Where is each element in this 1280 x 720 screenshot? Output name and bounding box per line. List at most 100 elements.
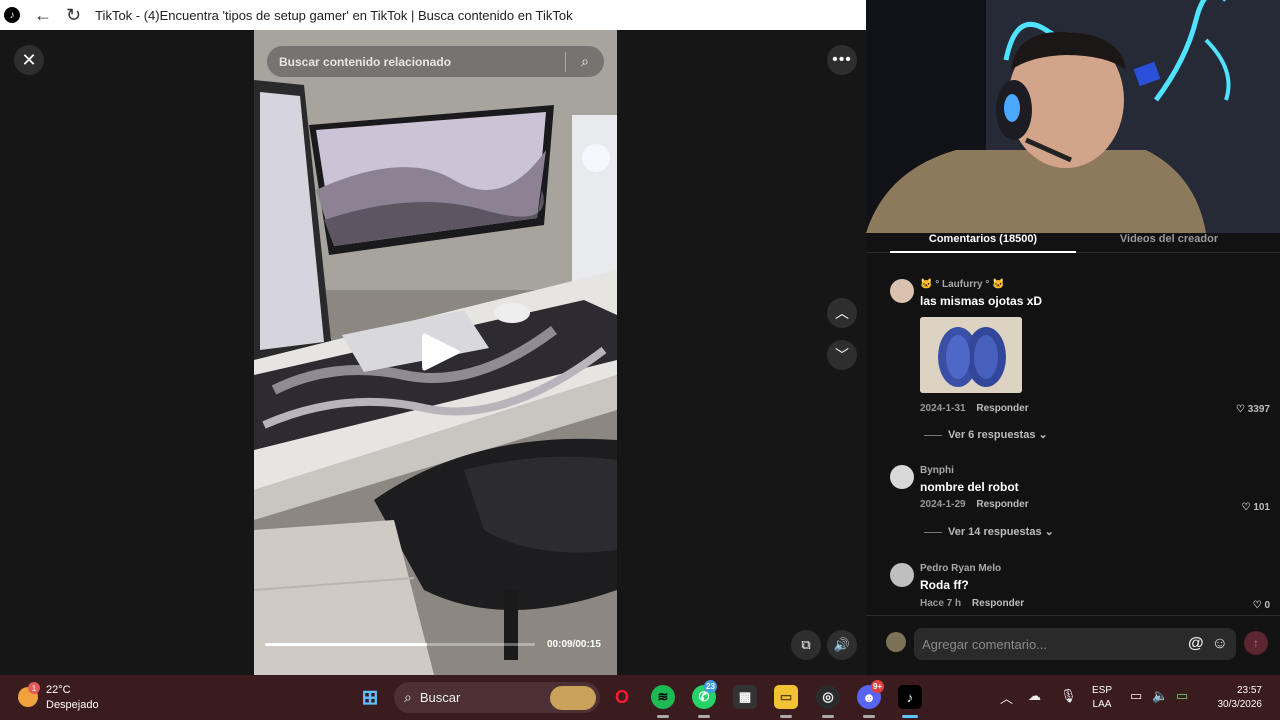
comment-date: Hace 7 h — [920, 598, 962, 609]
taskbar-search[interactable]: ⌕ Buscar — [394, 682, 600, 713]
sandals-picture — [920, 317, 1022, 393]
language-indicator[interactable]: ESP LAA — [1092, 684, 1112, 712]
comment-image[interactable] — [920, 317, 1022, 393]
tab-comments[interactable]: Comentarios (18500) — [890, 233, 1076, 253]
more-icon: ••• — [832, 51, 852, 68]
more-options-button[interactable]: ••• — [827, 45, 857, 75]
comment-date: 2024-1-29 — [920, 499, 966, 510]
comment-meta: 2024-1-29 Responder — [920, 499, 1029, 510]
battery-icon[interactable]: ▭ — [1176, 688, 1188, 704]
close-button[interactable]: ✕ — [14, 45, 44, 75]
view-replies-label: Ver 6 respuestas — [948, 429, 1036, 441]
opera-icon[interactable]: O — [610, 685, 634, 709]
like-button[interactable]: ♡ 3397 — [1236, 404, 1270, 415]
comment-text: nombre del robot — [920, 480, 1019, 494]
video-progress-bar[interactable] — [265, 643, 535, 646]
window-title: TikTok - (4)Encuentra 'tipos de setup ga… — [95, 7, 573, 23]
chevron-up-icon[interactable]: ︿ — [1000, 688, 1013, 707]
emoji-icon[interactable]: ☺ — [1212, 635, 1228, 653]
floating-player-button[interactable]: ⧉ — [791, 630, 821, 660]
view-replies-button[interactable]: Ver 14 respuestas ⌄ — [924, 525, 1054, 538]
speaker-icon[interactable]: 🔈 — [1152, 688, 1168, 704]
reply-button[interactable]: Responder — [976, 403, 1028, 414]
comment-text: las mismas ojotas xD — [920, 294, 1043, 308]
network-icon[interactable]: ▭ — [1130, 688, 1142, 704]
keyboard-layout: LAA — [1092, 699, 1112, 710]
like-button[interactable]: ♡ 0 — [1253, 600, 1270, 611]
running-indicator — [863, 715, 875, 718]
webcam-feed — [866, 0, 1280, 233]
weather-desc[interactable]: Despejado — [46, 699, 99, 711]
video-progress-fill — [265, 643, 427, 646]
back-icon[interactable]: ← — [34, 6, 52, 24]
reply-button[interactable]: Responder — [976, 499, 1028, 510]
volume-icon: 🔊 — [833, 637, 851, 652]
comment-date: 2024-1-31 — [920, 403, 966, 414]
replies-divider — [924, 531, 942, 533]
comment-input-placeholder[interactable]: Agregar comentario... — [922, 637, 1188, 652]
comment-text: Roda ff? — [920, 578, 969, 592]
reply-button[interactable]: Responder — [972, 598, 1024, 609]
language-code: ESP — [1092, 685, 1113, 696]
related-search-input[interactable]: Buscar contenido relacionado — [279, 55, 565, 69]
like-button[interactable]: ♡ 101 — [1242, 502, 1270, 513]
clock-time: 23:57 — [1236, 685, 1262, 696]
play-button[interactable] — [418, 330, 462, 374]
avatar[interactable] — [890, 279, 914, 303]
taskbar: 1 22°C Despejado ⊞ ⌕ Buscar O ≋ ✆ 23 ▦ ▭… — [0, 675, 1280, 720]
comment-item: Bynphi nombre del robot 2024-1-29 Respon… — [890, 465, 1270, 545]
view-replies-button[interactable]: Ver 6 respuestas ⌄ — [924, 428, 1048, 441]
running-indicator — [657, 715, 669, 718]
cloud-icon[interactable]: ☁ — [1028, 688, 1041, 704]
like-count: 0 — [1264, 600, 1270, 611]
next-video-button[interactable]: ﹀ — [827, 340, 857, 370]
comment-item: Pedro Ryan Melo Roda ff? Hace 7 h Respon… — [890, 563, 1270, 613]
comment-author[interactable]: Bynphi — [920, 465, 954, 476]
running-indicator — [780, 715, 792, 718]
tiktok-icon[interactable]: ♪ — [898, 685, 922, 709]
comment-author[interactable]: 🐱 ° Laufurry ° 🐱 — [920, 279, 1005, 290]
avatar[interactable] — [890, 563, 914, 587]
related-search-box[interactable]: Buscar contenido relacionado ⌕ — [266, 45, 605, 78]
tiktok-logo-icon: ♪ — [4, 7, 20, 23]
spotify-icon[interactable]: ≋ — [651, 685, 675, 709]
microphone-icon[interactable]: 🎙 — [1060, 688, 1077, 704]
chevron-up-icon: ︿ — [835, 305, 849, 321]
previous-video-button[interactable]: ︿ — [827, 298, 857, 328]
clock[interactable]: 23:57 30/3/2026 — [1218, 684, 1263, 712]
active-app-indicator — [902, 715, 918, 718]
close-icon: ✕ — [21, 49, 37, 70]
whatsapp-badge: 23 — [704, 680, 717, 693]
discord-badge: 9+ — [871, 680, 885, 693]
weather-badge: 1 — [28, 682, 40, 694]
chevron-down-icon: ﹀ — [835, 347, 849, 363]
reload-icon[interactable]: ↻ — [66, 6, 81, 24]
clock-date: 30/3/2026 — [1217, 699, 1263, 710]
arrow-up-icon: ↑ — [1253, 636, 1259, 650]
pip-icon: ⧉ — [801, 637, 811, 652]
avatar[interactable] — [890, 465, 914, 489]
comment-input[interactable]: Agregar comentario... @ ☺ — [914, 628, 1236, 660]
browser-titlebar: ♪ ← ↻ TikTok - (4)Encuentra 'tipos de se… — [0, 0, 866, 30]
file-explorer-icon[interactable]: ▭ — [774, 685, 798, 709]
play-icon — [422, 333, 460, 371]
windows-start-icon[interactable]: ⊞ — [358, 685, 382, 709]
like-count: 3397 — [1247, 404, 1270, 415]
send-comment-button[interactable]: ↑ — [1244, 631, 1268, 655]
panel-tabs: Comentarios (18500) Videos del creador — [866, 233, 1280, 253]
comment-item: 🐱 ° Laufurry ° 🐱 las mismas ojotas xD 20… — [890, 279, 1270, 441]
game-app-icon[interactable]: ▦ — [733, 685, 757, 709]
user-avatar[interactable] — [886, 632, 906, 652]
search-icon: ⌕ — [404, 689, 412, 705]
mention-icon[interactable]: @ — [1188, 635, 1204, 653]
tab-creator-videos[interactable]: Videos del creador — [1076, 233, 1262, 245]
volume-button[interactable]: 🔊 — [827, 630, 857, 660]
comment-author[interactable]: Pedro Ryan Melo — [920, 563, 1001, 574]
like-count: 101 — [1253, 502, 1270, 513]
search-icon[interactable]: ⌕ — [566, 53, 604, 70]
webcam-overlay — [866, 0, 1280, 233]
chrome-icon[interactable]: ◎ — [816, 685, 840, 709]
video-timecode: 00:09/00:15 — [547, 639, 601, 650]
search-highlight-image — [550, 685, 596, 710]
weather-temp[interactable]: 22°C — [46, 684, 71, 696]
